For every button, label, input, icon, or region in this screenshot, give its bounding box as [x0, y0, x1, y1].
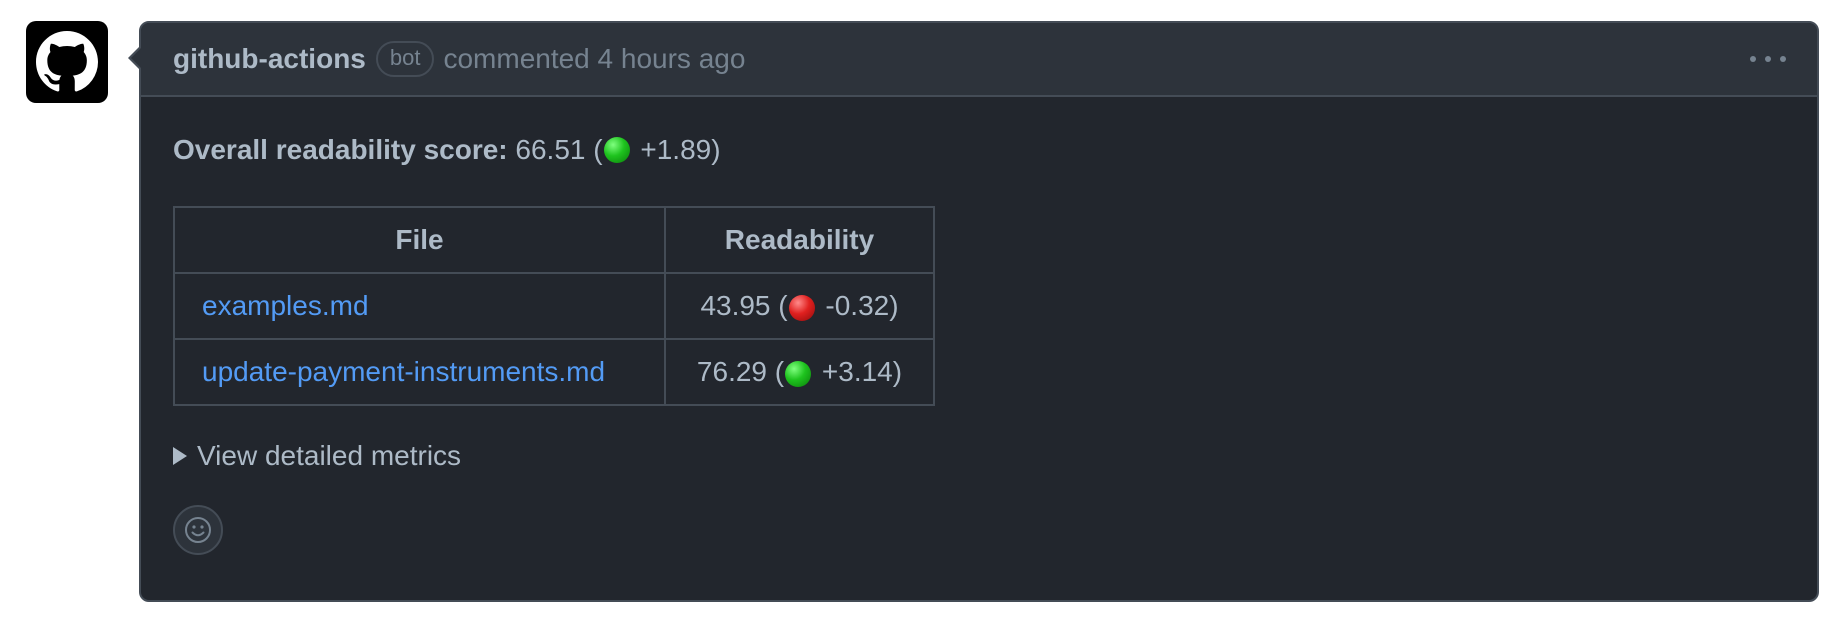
bot-badge: bot	[375, 41, 435, 77]
file-cell: examples.md	[173, 272, 666, 340]
readability-value: 43.95	[700, 290, 771, 321]
readability-table: File Readability examples.md 43.95 ( -0.…	[173, 206, 935, 406]
red-circle-icon	[788, 294, 815, 321]
comment-body: Overall readability score: 66.51 ( +1.89…	[141, 133, 1817, 555]
green-circle-icon	[603, 137, 630, 163]
author-link[interactable]: github-actions	[173, 43, 366, 75]
readability-delta: +3.14	[821, 356, 893, 387]
comment-header: github-actions bot commented 4 hours ago	[141, 23, 1817, 97]
column-header-readability: Readability	[664, 206, 935, 274]
table-row: examples.md 43.95 ( -0.32)	[173, 272, 935, 340]
overall-score: Overall readability score: 66.51 ( +1.89…	[173, 133, 1785, 167]
score-open-paren: (	[585, 134, 603, 165]
file-link[interactable]: examples.md	[202, 290, 369, 321]
details-toggle[interactable]: View detailed metrics	[173, 440, 483, 472]
readability-cell: 76.29 ( +3.14)	[664, 338, 935, 406]
green-circle-icon	[785, 360, 812, 387]
github-octocat-icon	[36, 31, 98, 92]
readability-value: 76.29	[696, 356, 767, 387]
details-summary: View detailed metrics	[197, 440, 462, 471]
score-label: Overall readability score:	[173, 134, 508, 165]
file-cell: update-payment-instruments.md	[173, 338, 666, 406]
file-link[interactable]: update-payment-instruments.md	[202, 356, 605, 387]
score-delta: +1.89	[640, 134, 712, 165]
kebab-horizontal-icon[interactable]	[1750, 50, 1786, 68]
kebab-dot	[1780, 56, 1786, 62]
kebab-dot	[1765, 56, 1771, 62]
score-close-paren: )	[711, 134, 721, 165]
score-value: 66.51	[515, 134, 586, 165]
readability-delta: -0.32	[825, 290, 890, 321]
comment-box: github-actions bot commented 4 hours ago…	[128, 21, 1819, 602]
column-header-file: File	[173, 206, 666, 274]
kebab-dot	[1750, 56, 1756, 62]
table-header-row: File Readability	[173, 206, 935, 274]
triangle-right-icon	[173, 447, 187, 465]
table-row: update-payment-instruments.md 76.29 ( +3…	[173, 338, 935, 406]
smiley-icon	[185, 517, 211, 543]
comment-pointer	[128, 45, 142, 71]
avatar[interactable]	[26, 21, 108, 103]
readability-cell: 43.95 ( -0.32)	[664, 272, 935, 340]
add-reaction-button[interactable]	[173, 505, 223, 555]
comment-timestamp[interactable]: commented 4 hours ago	[443, 43, 745, 75]
